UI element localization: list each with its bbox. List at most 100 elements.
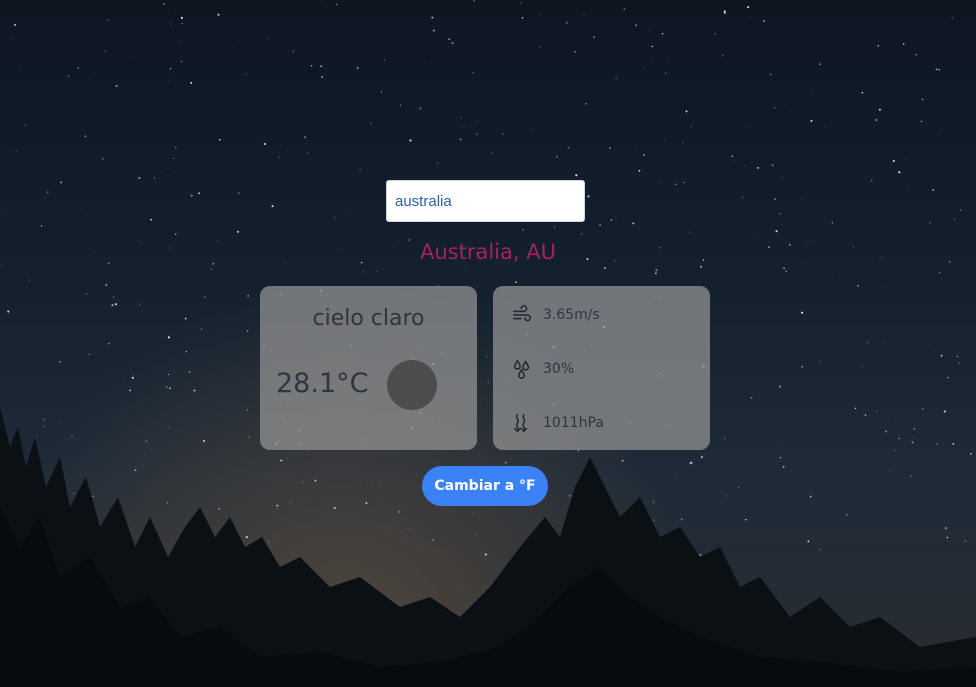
star xyxy=(666,58,668,60)
star xyxy=(81,207,83,209)
star xyxy=(951,17,953,19)
tree-silhouette xyxy=(0,407,976,687)
star xyxy=(801,311,804,314)
star xyxy=(877,45,880,47)
star xyxy=(604,267,606,270)
star xyxy=(932,188,935,192)
star xyxy=(674,183,677,186)
star xyxy=(623,8,626,10)
star xyxy=(867,342,869,344)
star xyxy=(124,375,125,377)
star xyxy=(369,122,372,125)
star xyxy=(169,23,172,25)
wind-speed: 3.65m/s xyxy=(543,307,600,323)
temperature: 28.1°C xyxy=(276,368,369,399)
star xyxy=(532,128,534,130)
star xyxy=(11,36,13,37)
star xyxy=(831,222,834,224)
star xyxy=(700,265,703,268)
star xyxy=(599,223,602,227)
star xyxy=(173,157,175,159)
star xyxy=(115,303,117,305)
star xyxy=(263,142,266,146)
star xyxy=(15,150,17,152)
star xyxy=(472,71,474,74)
star xyxy=(321,76,324,78)
star xyxy=(779,212,782,215)
star xyxy=(651,45,654,48)
star xyxy=(747,6,750,9)
star xyxy=(800,198,801,200)
star xyxy=(881,284,883,286)
star xyxy=(655,269,658,272)
star xyxy=(921,98,924,101)
star xyxy=(409,139,412,142)
star xyxy=(593,36,596,39)
toggle-unit-button[interactable]: Cambiar a °F xyxy=(422,466,548,506)
star xyxy=(801,365,803,368)
star xyxy=(476,120,478,122)
star xyxy=(940,354,943,357)
star xyxy=(310,64,313,67)
star xyxy=(929,222,931,224)
star xyxy=(174,233,177,236)
star xyxy=(587,195,590,198)
star xyxy=(333,216,336,218)
star xyxy=(785,270,787,272)
star xyxy=(28,279,30,281)
pressure-row: 1011hPa xyxy=(511,410,604,436)
star xyxy=(184,317,187,320)
star xyxy=(662,230,664,231)
star xyxy=(721,54,724,57)
star xyxy=(714,32,717,35)
star xyxy=(218,138,221,141)
star xyxy=(774,198,776,201)
star xyxy=(131,376,134,379)
search-input[interactable] xyxy=(386,180,585,222)
star xyxy=(326,4,328,6)
star xyxy=(307,152,309,154)
star xyxy=(7,310,10,313)
star xyxy=(115,84,118,88)
star xyxy=(878,108,882,111)
star xyxy=(685,110,688,113)
star xyxy=(933,350,935,352)
star xyxy=(470,145,472,147)
star xyxy=(102,157,105,160)
star xyxy=(168,373,170,376)
star xyxy=(268,37,269,39)
star xyxy=(769,73,772,76)
star xyxy=(270,145,271,147)
star xyxy=(615,77,618,80)
star xyxy=(708,191,710,193)
star xyxy=(5,210,7,212)
star xyxy=(526,48,528,50)
weather-circle-icon xyxy=(387,360,437,410)
star xyxy=(292,50,294,52)
star xyxy=(473,0,475,2)
star xyxy=(812,90,814,92)
star xyxy=(554,226,556,228)
star xyxy=(247,295,249,297)
star xyxy=(198,192,200,195)
star xyxy=(24,124,26,126)
star xyxy=(539,46,541,48)
star xyxy=(958,362,961,364)
star xyxy=(567,146,570,149)
star xyxy=(476,133,478,135)
star xyxy=(60,181,62,184)
star xyxy=(861,366,863,368)
star xyxy=(271,205,274,208)
star xyxy=(522,229,524,231)
star xyxy=(875,118,878,122)
star xyxy=(825,126,827,128)
star xyxy=(905,159,907,161)
star xyxy=(246,330,249,332)
star xyxy=(908,185,910,187)
star xyxy=(741,196,744,199)
star xyxy=(77,67,79,69)
star xyxy=(902,42,905,45)
star xyxy=(111,304,114,307)
star xyxy=(520,1,523,5)
star xyxy=(108,342,110,345)
